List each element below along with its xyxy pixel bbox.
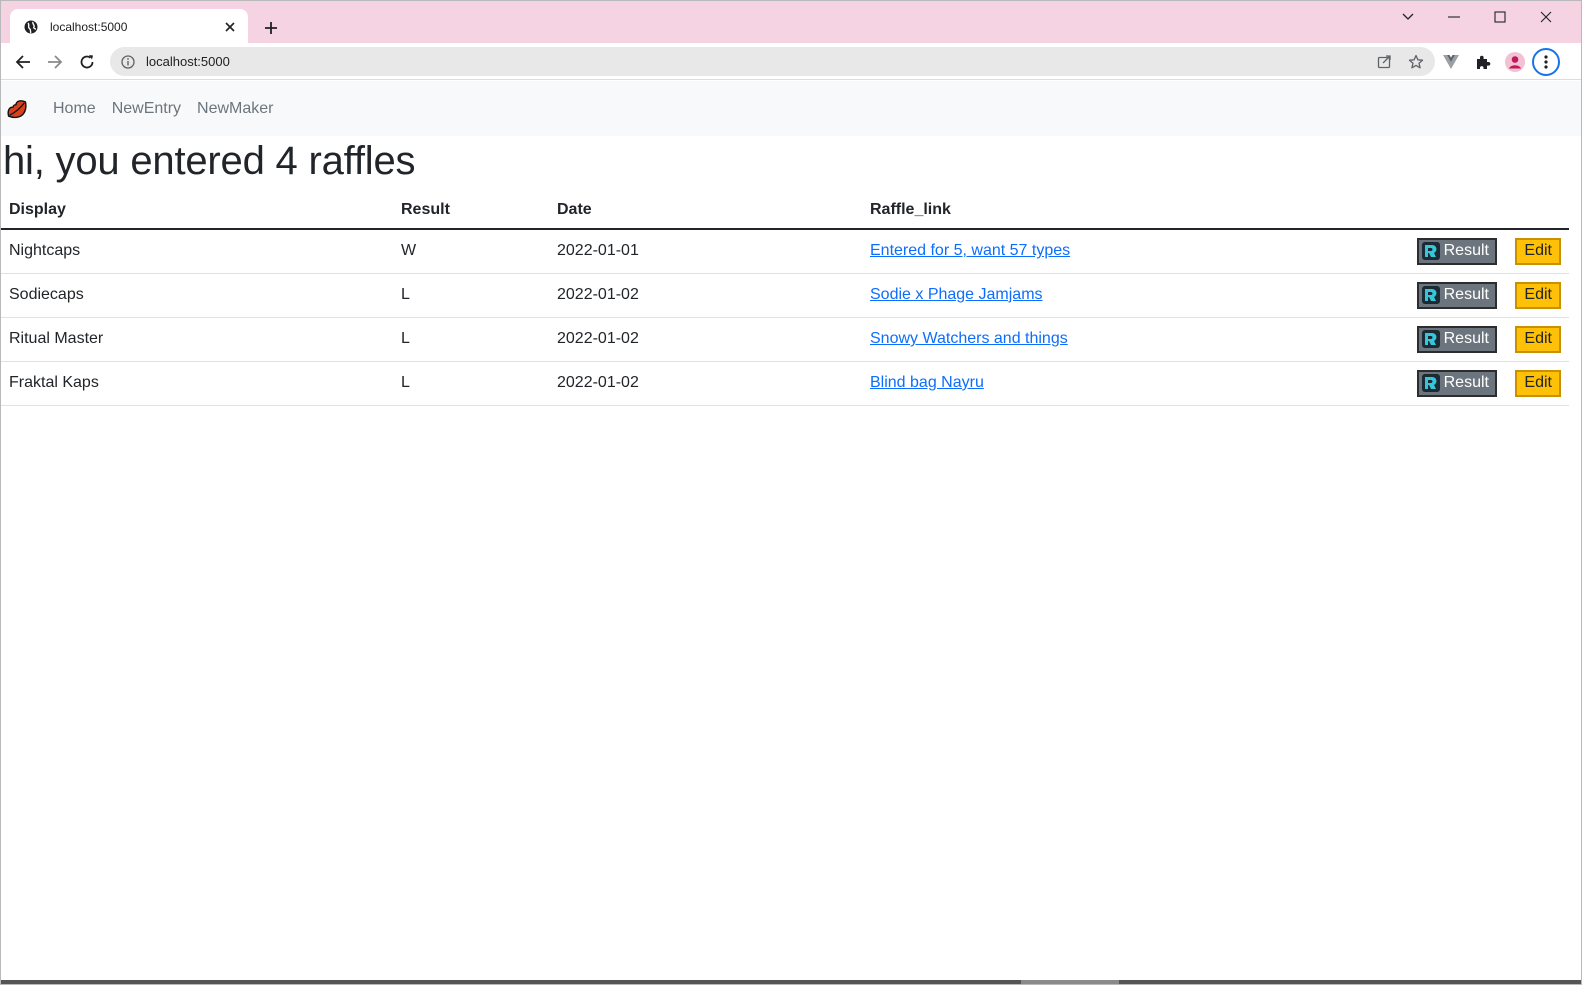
cell-display: Nightcaps <box>1 229 393 274</box>
cell-date: 2022-01-02 <box>549 317 862 362</box>
back-arrow-icon[interactable] <box>9 48 37 76</box>
table-row: Sodiecaps L 2022-01-02 Sodie x Phage Jam… <box>1 273 1569 318</box>
forward-arrow-icon[interactable] <box>41 48 69 76</box>
column-header-actions <box>1407 191 1569 230</box>
cell-result: W <box>393 229 549 274</box>
raffles-table: Display Result Date Raffle_link Nightcap… <box>1 191 1569 406</box>
maximize-icon[interactable] <box>1477 5 1523 29</box>
site-info-icon[interactable] <box>120 54 136 70</box>
result-logo-icon <box>1421 373 1441 393</box>
edit-button[interactable]: Edit <box>1515 237 1561 265</box>
extensions-puzzle-icon[interactable] <box>1469 48 1497 76</box>
result-button[interactable]: Result <box>1416 369 1497 397</box>
new-tab-icon[interactable] <box>259 16 283 40</box>
browser-window: localhost:5000 localhost:5000 Home NewEn… <box>0 0 1582 985</box>
tab-title: localhost:5000 <box>50 20 128 34</box>
raffle-link[interactable]: Blind bag Nayru <box>870 374 984 391</box>
table-row: Nightcaps W 2022-01-01 Entered for 5, wa… <box>1 229 1569 274</box>
result-button[interactable]: Result <box>1416 237 1497 265</box>
close-window-icon[interactable] <box>1523 5 1569 29</box>
cell-display: Ritual Master <box>1 317 393 362</box>
raffle-link[interactable]: Snowy Watchers and things <box>870 330 1068 347</box>
address-bar[interactable]: localhost:5000 <box>110 47 1435 76</box>
close-tab-icon[interactable] <box>220 17 240 37</box>
raffle-link[interactable]: Entered for 5, want 57 types <box>870 242 1070 259</box>
edit-button[interactable]: Edit <box>1515 369 1561 397</box>
tab-strip: localhost:5000 <box>1 1 1581 45</box>
result-button-label: Result <box>1443 286 1489 303</box>
table-row: Fraktal Kaps L 2022-01-02 Blind bag Nayr… <box>1 361 1569 406</box>
browser-menu-icon[interactable] <box>1532 48 1560 76</box>
table-row: Ritual Master L 2022-01-02 Snowy Watcher… <box>1 317 1569 362</box>
nav-link-newentry[interactable]: NewEntry <box>112 100 181 118</box>
column-header-date: Date <box>549 191 862 230</box>
result-logo-icon <box>1421 329 1441 349</box>
scrollbar-thumb[interactable] <box>1021 980 1119 984</box>
column-header-result: Result <box>393 191 549 230</box>
browser-tab[interactable]: localhost:5000 <box>10 9 248 45</box>
result-button[interactable]: Result <box>1416 325 1497 353</box>
result-button[interactable]: Result <box>1416 281 1497 309</box>
bookmark-star-icon[interactable] <box>1403 49 1429 75</box>
cell-date: 2022-01-02 <box>549 273 862 318</box>
minimize-icon[interactable] <box>1431 5 1477 29</box>
vue-devtools-extension-icon[interactable] <box>1437 48 1465 76</box>
nav-link-newmaker[interactable]: NewMaker <box>197 100 273 118</box>
result-button-label: Result <box>1443 374 1489 391</box>
result-button-label: Result <box>1443 242 1489 260</box>
result-logo-icon <box>1421 285 1441 305</box>
globe-icon <box>23 19 39 35</box>
profile-avatar-icon[interactable] <box>1501 48 1529 76</box>
page-content: Home NewEntry NewMaker hi, you entered 4… <box>1 81 1581 973</box>
browser-toolbar: localhost:5000 <box>1 43 1581 80</box>
cell-result: L <box>393 317 549 362</box>
result-button-label: Result <box>1443 330 1489 347</box>
cell-date: 2022-01-01 <box>549 229 862 274</box>
cell-result: L <box>393 361 549 406</box>
nav-link-home[interactable]: Home <box>53 100 96 118</box>
column-header-raffle-link: Raffle_link <box>862 191 1407 230</box>
lips-icon[interactable] <box>3 95 31 123</box>
url-text: localhost:5000 <box>146 54 230 69</box>
reload-icon[interactable] <box>73 48 101 76</box>
cell-display: Fraktal Kaps <box>1 361 393 406</box>
cell-date: 2022-01-02 <box>549 361 862 406</box>
page-heading: hi, you entered 4 raffles <box>3 139 416 183</box>
share-icon[interactable] <box>1371 49 1397 75</box>
edit-button[interactable]: Edit <box>1515 281 1561 309</box>
tab-search-chevron-icon[interactable] <box>1385 5 1431 29</box>
cell-display: Sodiecaps <box>1 273 393 318</box>
raffle-link[interactable]: Sodie x Phage Jamjams <box>870 286 1043 303</box>
app-navbar: Home NewEntry NewMaker <box>1 81 1581 136</box>
column-header-display: Display <box>1 191 393 230</box>
edit-button[interactable]: Edit <box>1515 325 1561 353</box>
cell-result: L <box>393 273 549 318</box>
result-logo-icon <box>1421 241 1441 261</box>
horizontal-scrollbar[interactable] <box>1 980 1581 984</box>
table-header-row: Display Result Date Raffle_link <box>1 191 1569 230</box>
